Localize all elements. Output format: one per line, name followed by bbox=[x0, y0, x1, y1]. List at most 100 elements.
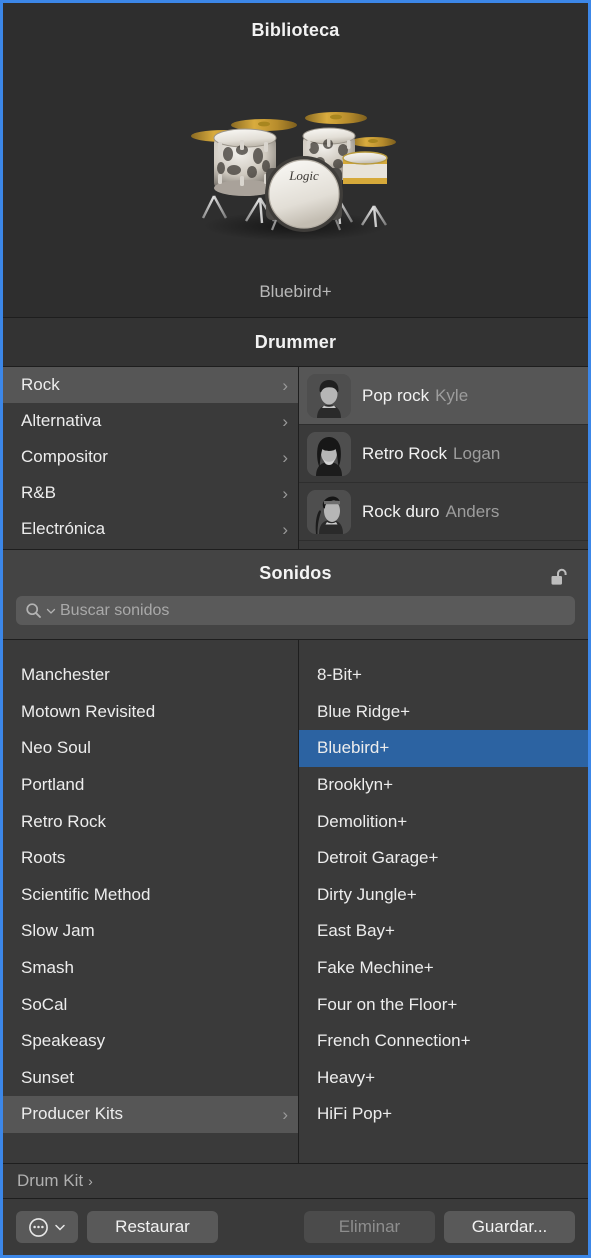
category-label: Speakeasy bbox=[21, 1031, 106, 1051]
list-item[interactable]: 8-Bit+ bbox=[299, 657, 588, 694]
category-label: SoCal bbox=[21, 994, 68, 1014]
patch-label: Detroit Garage+ bbox=[317, 848, 439, 868]
list-item[interactable]: Bluebird+ bbox=[299, 730, 588, 767]
options-menu-button[interactable] bbox=[16, 1211, 78, 1243]
circle-ellipsis-icon bbox=[29, 1217, 48, 1237]
list-item[interactable]: Roots bbox=[3, 840, 298, 877]
chevron-right-icon: › bbox=[282, 411, 288, 431]
chevron-down-icon bbox=[55, 1224, 65, 1231]
action-button-bar: Restaurar Eliminar Guardar... bbox=[3, 1198, 588, 1255]
library-panel: Biblioteca Logic Bluebird+ bbox=[3, 3, 588, 318]
patch-label: Dirty Jungle+ bbox=[317, 884, 417, 904]
sounds-search-wrapper: Buscar sonidos bbox=[3, 584, 588, 625]
save-button[interactable]: Guardar... bbox=[444, 1211, 575, 1243]
list-item[interactable]: Neo Soul bbox=[3, 730, 298, 767]
avatar-portrait-kyle bbox=[307, 373, 351, 418]
patch-label: Demolition+ bbox=[317, 811, 408, 831]
list-item[interactable]: Demolition+ bbox=[299, 803, 588, 840]
category-label: Portland bbox=[21, 775, 85, 795]
list-item[interactable]: Blue Ridge+ bbox=[299, 694, 588, 731]
list-item[interactable]: East Bay+ bbox=[299, 913, 588, 950]
drummer-person-name: Anders bbox=[445, 501, 500, 521]
list-item[interactable]: Portland bbox=[3, 767, 298, 804]
genre-row[interactable]: Electrónica › bbox=[3, 511, 298, 547]
chevron-right-icon: › bbox=[282, 375, 288, 395]
drum-kit-illustration: Logic bbox=[191, 112, 396, 241]
list-item-clipped[interactable] bbox=[299, 646, 588, 657]
category-label: Manchester bbox=[21, 665, 110, 685]
list-item[interactable]: Smash bbox=[3, 950, 298, 987]
genre-label: Electrónica bbox=[21, 519, 106, 538]
category-label: Producer Kits bbox=[21, 1104, 124, 1124]
genre-label: Rock bbox=[21, 375, 60, 394]
list-item[interactable]: Manchester bbox=[3, 657, 298, 694]
sounds-panel-title: Sonidos bbox=[259, 563, 332, 583]
patch-label: Brooklyn+ bbox=[317, 775, 394, 795]
list-item[interactable]: SoCal bbox=[3, 986, 298, 1023]
list-item[interactable]: Producer Kits › bbox=[3, 1096, 298, 1133]
list-item[interactable]: Sunset bbox=[3, 1060, 298, 1097]
list-item[interactable]: Brooklyn+ bbox=[299, 767, 588, 804]
list-item[interactable]: Slow Jam bbox=[3, 913, 298, 950]
avatar bbox=[307, 489, 351, 534]
drummer-character-list[interactable]: Pop rock Kyle Retro Rock Logan Rock duro… bbox=[299, 367, 588, 549]
padlock-open-glyph bbox=[551, 568, 567, 585]
drummer-style: Retro Rock bbox=[362, 443, 448, 463]
avatar-portrait-anders bbox=[307, 489, 351, 534]
drummer-row[interactable]: Pop rock Kyle bbox=[299, 367, 588, 425]
patch-label: Bluebird+ bbox=[317, 738, 390, 758]
unlocked-padlock-icon[interactable] bbox=[546, 566, 572, 590]
genre-row[interactable]: Rock › bbox=[3, 367, 298, 403]
search-input[interactable]: Buscar sonidos bbox=[16, 596, 575, 625]
breadcrumb[interactable]: Drum Kit › bbox=[3, 1163, 588, 1198]
library-inspector-window: Biblioteca Logic Bluebird+ Drummer Rock … bbox=[0, 0, 591, 1258]
chevron-right-icon: › bbox=[282, 483, 288, 503]
genre-row[interactable]: Compositor › bbox=[3, 439, 298, 475]
drummer-style-label: Pop rock Kyle bbox=[362, 386, 468, 406]
sound-patch-list[interactable]: 8-Bit+ Blue Ridge+ Bluebird+ Brooklyn+ D… bbox=[299, 640, 588, 1163]
list-item[interactable]: Dirty Jungle+ bbox=[299, 877, 588, 914]
chevron-down-icon[interactable] bbox=[46, 606, 56, 616]
clipped-label bbox=[21, 646, 26, 650]
clipped-label bbox=[317, 646, 322, 650]
list-item[interactable]: Speakeasy bbox=[3, 1023, 298, 1060]
genre-row[interactable]: R&B › bbox=[3, 475, 298, 511]
list-item[interactable]: Scientific Method bbox=[3, 877, 298, 914]
category-label: Neo Soul bbox=[21, 738, 91, 758]
list-item[interactable]: Fake Mechine+ bbox=[299, 950, 588, 987]
patch-label: Four on the Floor+ bbox=[317, 994, 458, 1014]
genre-label: Compositor bbox=[21, 447, 108, 466]
svg-text:Logic: Logic bbox=[288, 168, 319, 183]
list-item[interactable]: Four on the Floor+ bbox=[299, 986, 588, 1023]
search-icon bbox=[26, 603, 41, 618]
genre-label: Alternativa bbox=[21, 411, 102, 430]
list-item[interactable]: Detroit Garage+ bbox=[299, 840, 588, 877]
list-item[interactable]: Heavy+ bbox=[299, 1060, 588, 1097]
patch-label: Heavy+ bbox=[317, 1067, 376, 1087]
category-label: Motown Revisited bbox=[21, 701, 156, 721]
genre-row[interactable]: Alternativa › bbox=[3, 403, 298, 439]
list-item-clipped[interactable] bbox=[3, 646, 298, 657]
list-item[interactable]: HiFi Pop+ bbox=[299, 1096, 588, 1133]
category-label: Retro Rock bbox=[21, 811, 107, 831]
category-label: Slow Jam bbox=[21, 921, 95, 941]
patch-label: East Bay+ bbox=[317, 921, 395, 941]
patch-label: Fake Mechine+ bbox=[317, 958, 434, 978]
list-item[interactable]: Retro Rock bbox=[3, 803, 298, 840]
drummer-row[interactable]: Retro Rock Logan bbox=[299, 425, 588, 483]
list-item[interactable]: French Connection+ bbox=[299, 1023, 588, 1060]
sounds-panel-header: Sonidos Buscar sonidos bbox=[3, 550, 588, 639]
sounds-browser: Manchester Motown Revisited Neo Soul Por… bbox=[3, 639, 588, 1163]
category-label: Smash bbox=[21, 958, 74, 978]
restore-button[interactable]: Restaurar bbox=[87, 1211, 218, 1243]
list-item[interactable]: Motown Revisited bbox=[3, 694, 298, 731]
drummer-row[interactable]: Rock duro Anders bbox=[299, 483, 588, 541]
sound-category-list[interactable]: Manchester Motown Revisited Neo Soul Por… bbox=[3, 640, 299, 1163]
drummer-genre-list[interactable]: Rock › Alternativa › Compositor › R&B › … bbox=[3, 367, 299, 549]
drummer-panel-title: Drummer bbox=[254, 332, 337, 352]
library-panel-title: Biblioteca bbox=[251, 20, 340, 40]
drummer-person-name: Kyle bbox=[435, 385, 469, 405]
patch-label: 8-Bit+ bbox=[317, 665, 362, 685]
search-placeholder: Buscar sonidos bbox=[60, 601, 170, 619]
patch-label: Blue Ridge+ bbox=[317, 701, 411, 721]
